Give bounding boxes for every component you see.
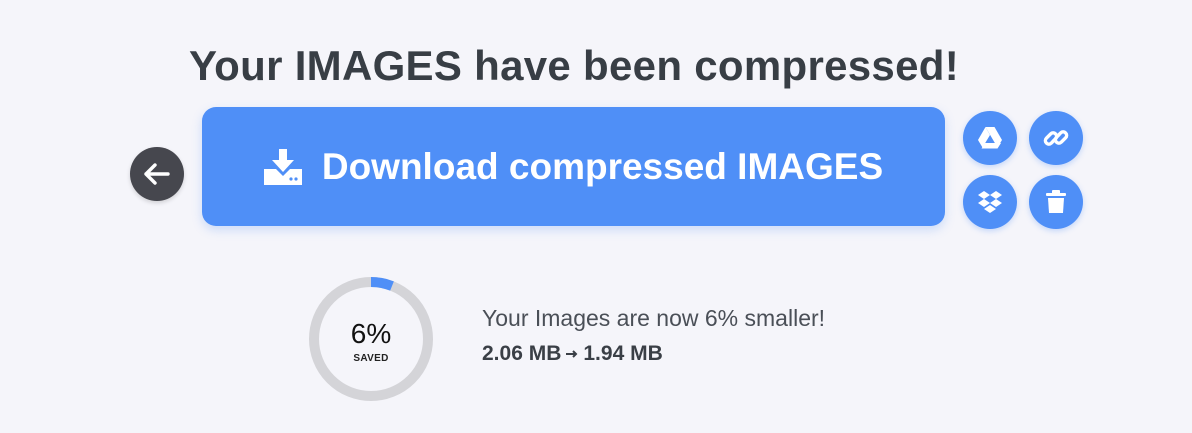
arrow-right-icon <box>565 349 579 359</box>
dropbox-icon <box>977 190 1003 214</box>
download-button[interactable]: Download compressed IMAGES <box>202 107 945 226</box>
save-to-google-drive-button[interactable] <box>963 111 1017 165</box>
download-button-label: Download compressed IMAGES <box>321 145 884 187</box>
saved-label: SAVED <box>353 353 389 364</box>
arrow-left-icon <box>144 163 170 185</box>
original-size: 2.06 MB <box>482 342 562 365</box>
delete-button[interactable] <box>1029 175 1083 229</box>
summary-text: Your Images are now 6% smaller! <box>482 305 826 331</box>
compressed-size: 1.94 MB <box>583 342 663 365</box>
gauge-label: 6% SAVED <box>307 275 435 403</box>
trash-icon <box>1046 190 1066 214</box>
save-to-dropbox-button[interactable] <box>963 175 1017 229</box>
percent-saved: 6% <box>350 318 392 349</box>
back-button[interactable] <box>130 147 184 201</box>
google-drive-icon <box>977 126 1003 150</box>
share-link-button[interactable] <box>1029 111 1083 165</box>
size-comparison: 2.06 MB 1.94 MB <box>482 342 663 366</box>
page-title: Your IMAGES have been compressed! <box>188 42 959 90</box>
link-icon <box>1043 125 1069 151</box>
download-icon <box>263 148 302 185</box>
